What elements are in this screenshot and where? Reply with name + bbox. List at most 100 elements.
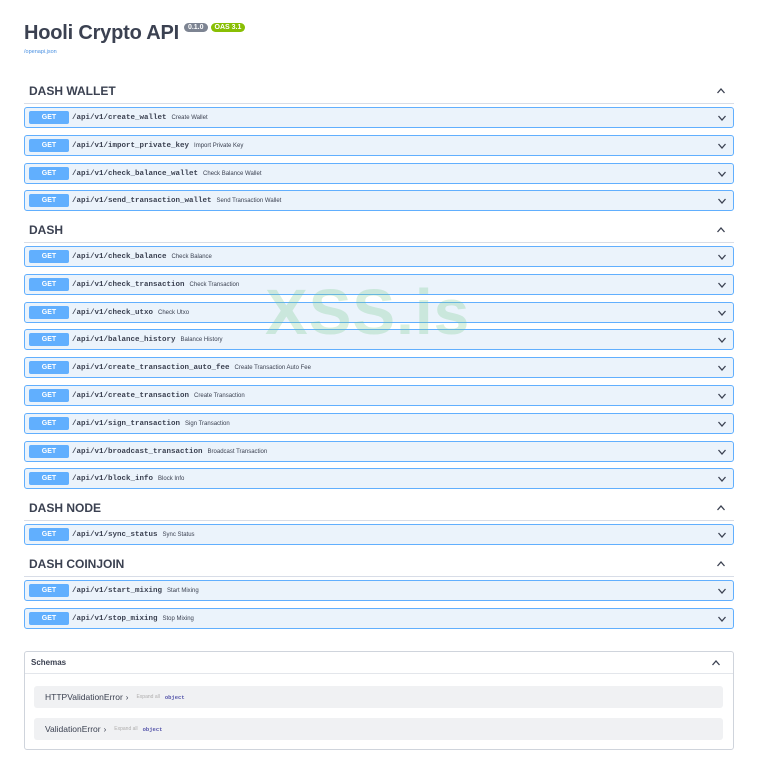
operation-path: /api/v1/send_transaction_wallet: [72, 196, 212, 205]
operation-row[interactable]: GET/api/v1/balance_history Balance Histor…: [24, 329, 734, 350]
operation-summary: Start Mixing: [167, 587, 199, 594]
method-badge-get: GET: [29, 194, 69, 207]
operation-path: /api/v1/import_private_key: [72, 141, 190, 150]
operation-summary: Sign Transaction: [185, 420, 230, 427]
operation-path: /api/v1/broadcast_transaction: [72, 447, 203, 456]
operation-path: /api/v1/start_mixing: [72, 586, 163, 595]
operation-summary: Stop Mixing: [162, 615, 194, 622]
tag-header[interactable]: DASH WALLET: [24, 78, 734, 104]
operation-row[interactable]: GET/api/v1/send_transaction_wallet Send T…: [24, 190, 734, 211]
schema-model[interactable]: ValidationError › Expand all object: [34, 718, 723, 740]
method-badge-get: GET: [29, 417, 69, 430]
chevron-up-icon[interactable]: [709, 656, 723, 670]
operation-row[interactable]: GET/api/v1/start_mixing Start Mixing: [24, 580, 734, 601]
method-badge-get: GET: [29, 445, 69, 458]
tag-name[interactable]: DASH WALLET: [29, 84, 116, 98]
operation-path: /api/v1/create_transaction_auto_fee: [72, 363, 230, 372]
method-badge-get: GET: [29, 111, 69, 124]
chevron-down-icon[interactable]: [715, 361, 729, 375]
schema-model-name[interactable]: ValidationError: [45, 724, 101, 734]
operation-path: /api/v1/check_balance_wallet: [72, 169, 199, 178]
operation-summary: Check Utxo: [158, 309, 190, 316]
oas-badge: OAS 3.1: [210, 23, 246, 32]
chevron-down-icon[interactable]: [715, 417, 729, 431]
operation-summary: Send Transaction Wallet: [216, 197, 282, 204]
chevron-down-icon[interactable]: [715, 111, 729, 125]
method-badge-get: GET: [29, 250, 69, 263]
operation-row[interactable]: GET/api/v1/check_balance_wallet Check Bal…: [24, 163, 734, 184]
chevron-down-icon[interactable]: [715, 250, 729, 264]
operation-row[interactable]: GET/api/v1/create_transaction_auto_fee Cr…: [24, 357, 734, 378]
schemas-header[interactable]: Schemas: [25, 652, 733, 674]
chevron-down-icon[interactable]: [715, 139, 729, 153]
operation-path: /api/v1/check_balance: [72, 252, 167, 261]
method-badge-get: GET: [29, 361, 69, 374]
method-badge-get: GET: [29, 306, 69, 319]
operation-row[interactable]: GET/api/v1/check_utxo Check Utxo: [24, 302, 734, 323]
chevron-down-icon[interactable]: [715, 528, 729, 542]
operation-row[interactable]: GET/api/v1/create_wallet Create Wallet: [24, 107, 734, 128]
chevron-up-icon[interactable]: [714, 557, 728, 571]
expand-arrow-icon[interactable]: ›: [126, 693, 129, 702]
operation-row[interactable]: GET/api/v1/block_info Block Info: [24, 468, 734, 489]
operation-row[interactable]: GET/api/v1/check_balance Check Balance: [24, 246, 734, 267]
operation-summary: Create Wallet: [171, 114, 208, 121]
operation-path: /api/v1/create_transaction: [72, 391, 190, 400]
chevron-down-icon[interactable]: [715, 194, 729, 208]
operation-summary: Create Transaction: [194, 392, 245, 399]
schema-model[interactable]: HTTPValidationError › Expand all object: [34, 686, 723, 708]
tag-section: DASH: [24, 217, 734, 243]
operation-summary: Import Private Key: [194, 142, 244, 149]
operation-summary: Create Transaction Auto Fee: [234, 364, 311, 371]
operation-path: /api/v1/sync_status: [72, 530, 158, 539]
operation-path: /api/v1/block_info: [72, 474, 154, 483]
tag-name[interactable]: DASH NODE: [29, 501, 101, 515]
chevron-up-icon[interactable]: [714, 501, 728, 515]
operation-row[interactable]: GET/api/v1/create_transaction Create Tran…: [24, 385, 734, 406]
operation-summary: Block Info: [158, 475, 185, 482]
chevron-down-icon[interactable]: [715, 445, 729, 459]
operation-path: /api/v1/create_wallet: [72, 113, 167, 122]
operation-row[interactable]: GET/api/v1/stop_mixing Stop Mixing: [24, 608, 734, 629]
schema-model-type: object: [142, 725, 163, 733]
chevron-up-icon[interactable]: [714, 84, 728, 98]
operation-summary: Check Balance Wallet: [203, 170, 262, 177]
chevron-up-icon[interactable]: [714, 223, 728, 237]
tag-section: DASH COINJOIN: [24, 551, 734, 577]
api-title: Hooli Crypto API: [24, 22, 179, 44]
operation-row[interactable]: GET/api/v1/sync_status Sync Status: [24, 524, 734, 545]
chevron-down-icon[interactable]: [715, 472, 729, 486]
method-badge-get: GET: [29, 612, 69, 625]
expand-all-button[interactable]: Expand all: [114, 726, 137, 732]
operation-row[interactable]: GET/api/v1/broadcast_transaction Broadcas…: [24, 441, 734, 462]
version-badge: 0.1.0: [183, 23, 208, 32]
chevron-down-icon[interactable]: [715, 306, 729, 320]
expand-all-button[interactable]: Expand all: [136, 694, 159, 700]
chevron-down-icon[interactable]: [715, 167, 729, 181]
schema-model-type: object: [164, 693, 185, 701]
chevron-down-icon[interactable]: [715, 612, 729, 626]
operation-path: /api/v1/sign_transaction: [72, 419, 181, 428]
chevron-down-icon[interactable]: [715, 333, 729, 347]
operation-row[interactable]: GET/api/v1/sign_transaction Sign Transact…: [24, 413, 734, 434]
expand-arrow-icon[interactable]: ›: [104, 725, 107, 734]
chevron-down-icon[interactable]: [715, 584, 729, 598]
operation-path: /api/v1/check_transaction: [72, 280, 185, 289]
schema-model-name[interactable]: HTTPValidationError: [45, 692, 123, 702]
tag-header[interactable]: DASH COINJOIN: [24, 551, 734, 577]
operation-row[interactable]: GET/api/v1/check_transaction Check Transa…: [24, 274, 734, 295]
operation-summary: Broadcast Transaction: [207, 448, 268, 455]
method-badge-get: GET: [29, 472, 69, 485]
tag-name[interactable]: DASH: [29, 223, 63, 237]
operation-summary: Balance History: [180, 336, 223, 343]
tag-header[interactable]: DASH: [24, 217, 734, 243]
tag-header[interactable]: DASH NODE: [24, 495, 734, 521]
openapi-json-link[interactable]: /openapi.json: [24, 49, 245, 55]
method-badge-get: GET: [29, 278, 69, 291]
chevron-down-icon[interactable]: [715, 278, 729, 292]
schemas-section: Schemas HTTPValidationError › Expand all…: [24, 651, 734, 750]
tag-name[interactable]: DASH COINJOIN: [29, 557, 124, 571]
operation-summary: Check Transaction: [189, 281, 240, 288]
operation-row[interactable]: GET/api/v1/import_private_key Import Priv…: [24, 135, 734, 156]
chevron-down-icon[interactable]: [715, 389, 729, 403]
